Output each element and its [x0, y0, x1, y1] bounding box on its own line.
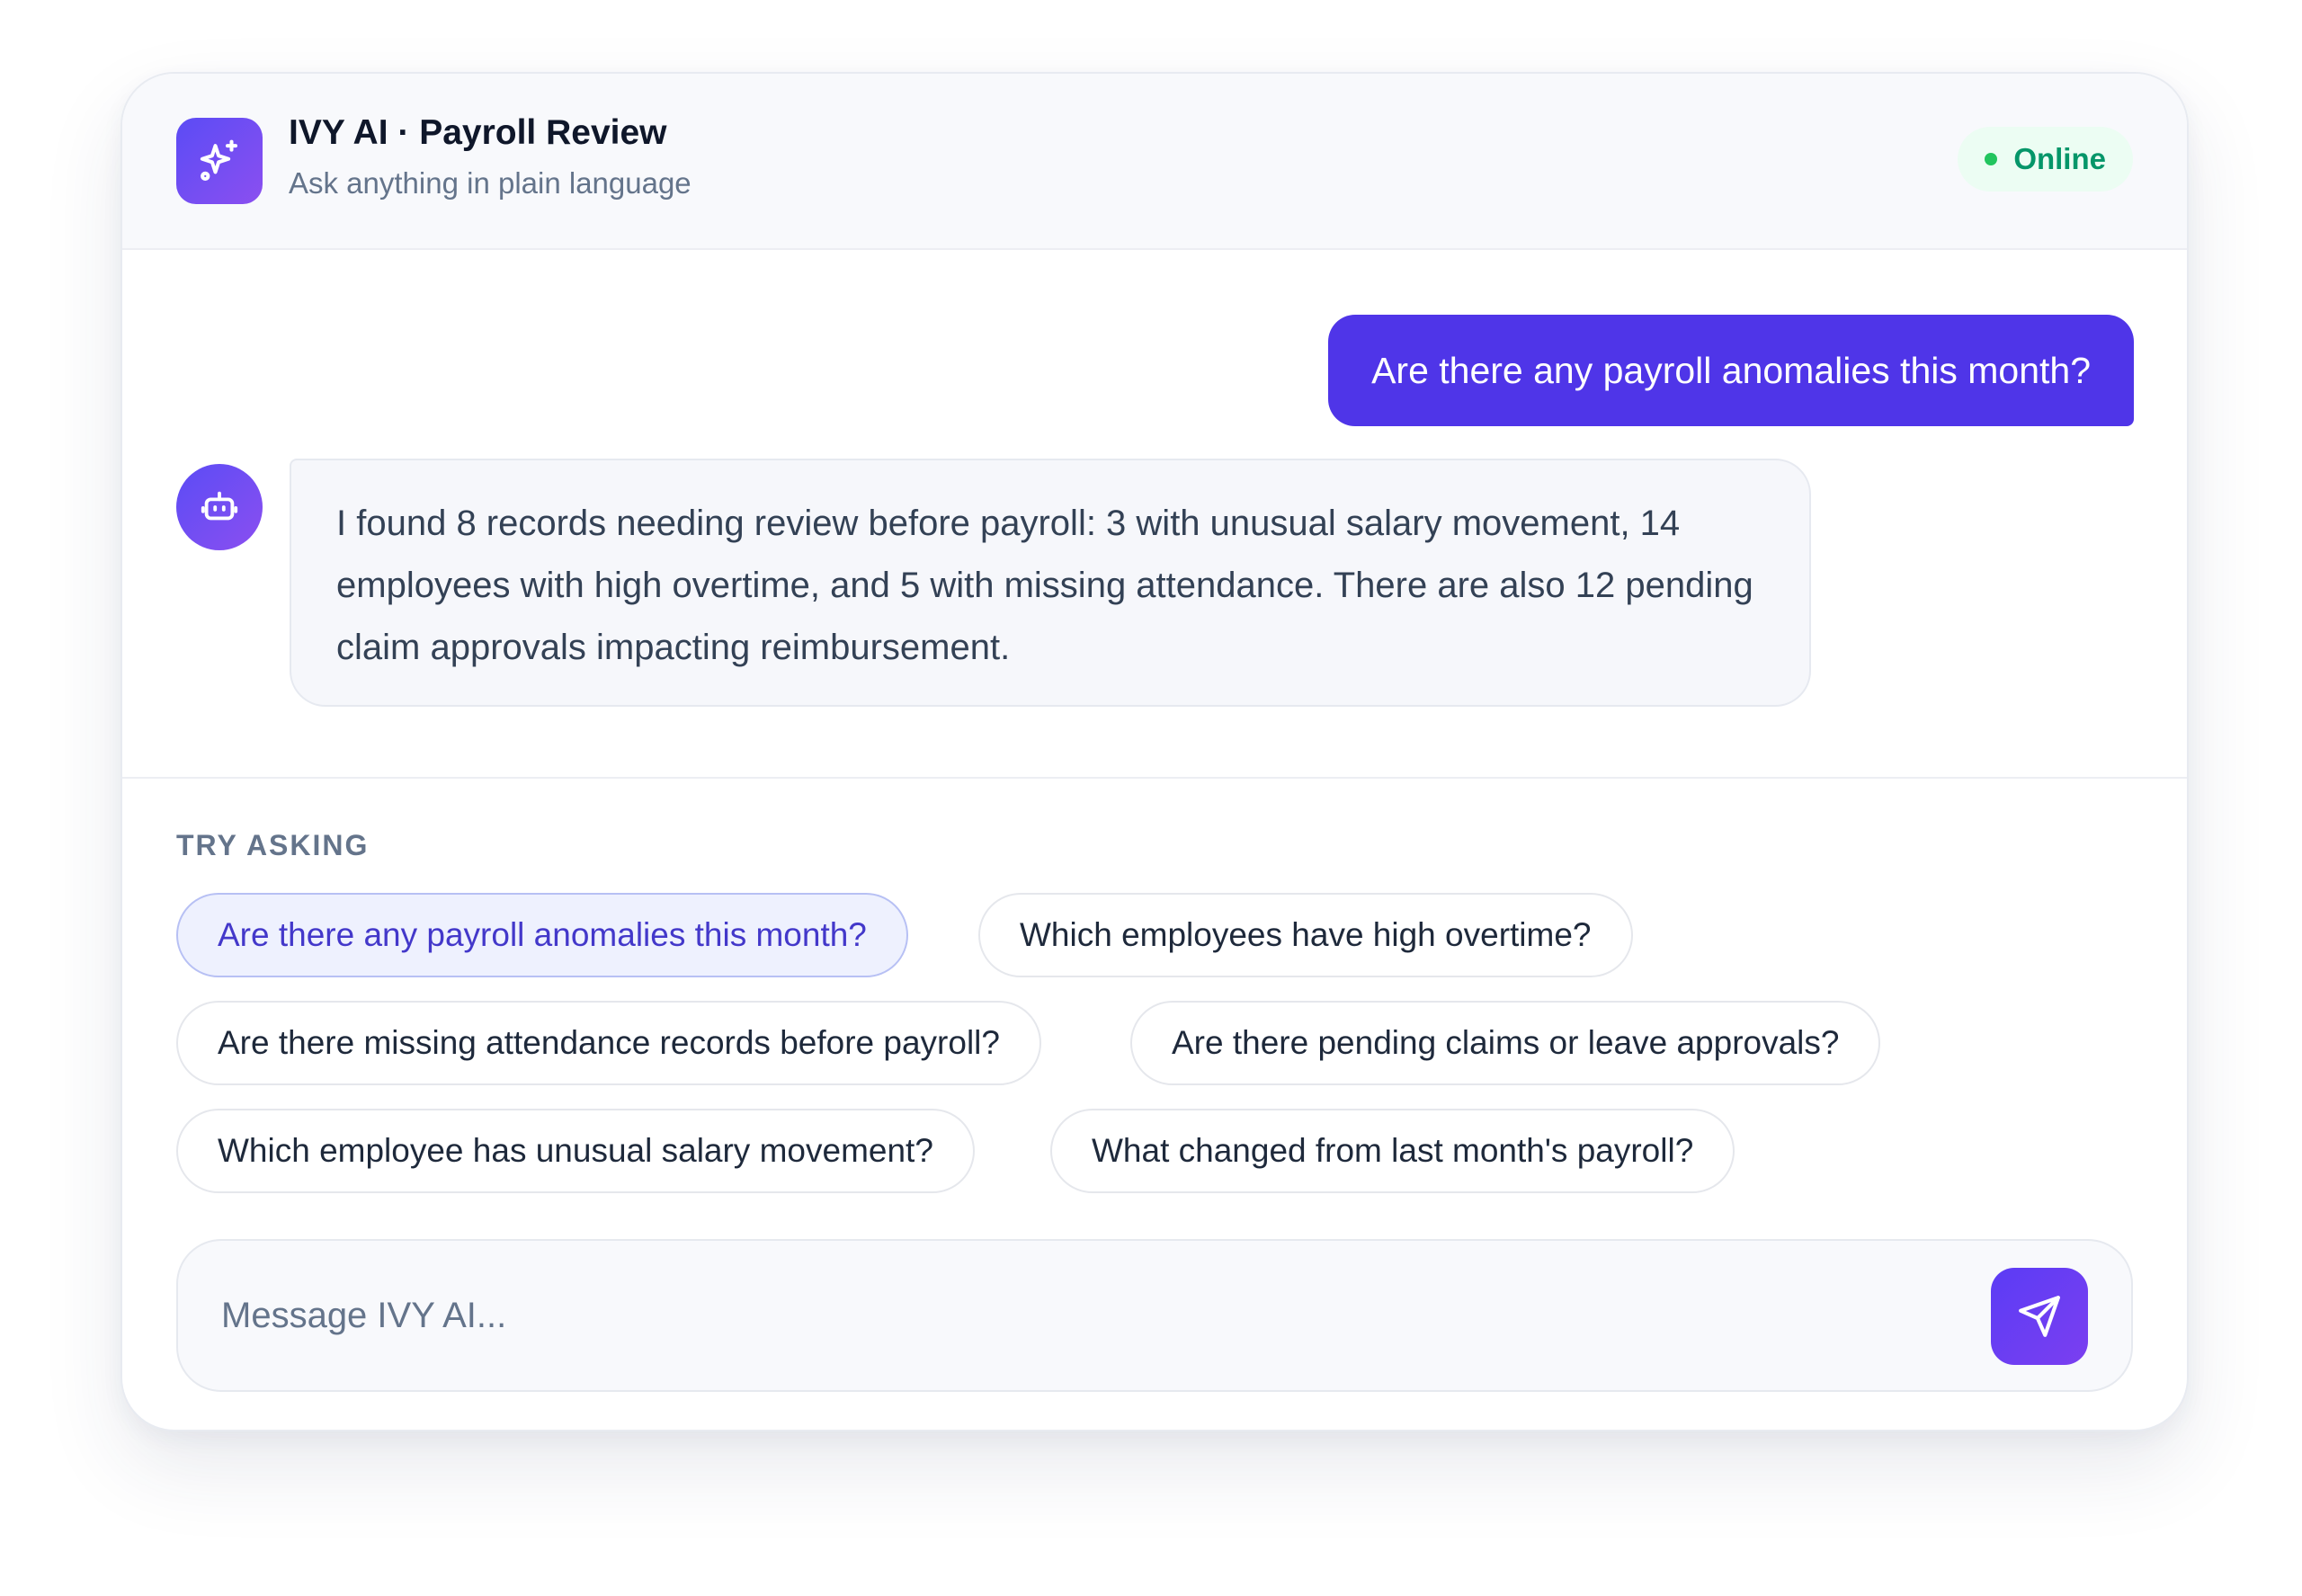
suggestion-chip[interactable]: Which employee has unusual salary moveme… — [176, 1109, 975, 1193]
suggestion-chip[interactable]: Are there missing attendance records bef… — [176, 1001, 1041, 1085]
message-composer — [176, 1239, 2133, 1392]
app-logo — [176, 118, 263, 204]
chat-header: IVY AI · Payroll Review Ask anything in … — [122, 74, 2187, 250]
app-title: IVY AI · Payroll Review — [289, 113, 667, 152]
status-dot-icon — [1985, 153, 1998, 165]
assistant-message: I found 8 records needing review before … — [290, 459, 1811, 707]
suggestions-label: TRY ASKING — [176, 829, 370, 861]
robot-icon — [201, 491, 238, 521]
status-badge: Online — [1958, 127, 2133, 192]
status-label: Online — [2013, 142, 2106, 175]
send-icon — [2019, 1296, 2060, 1337]
app-subtitle: Ask anything in plain language — [289, 166, 691, 200]
suggestion-chip[interactable]: Are there pending claims or leave approv… — [1130, 1001, 1881, 1085]
suggestion-chip[interactable]: Which employees have high overtime? — [978, 893, 1633, 977]
sparkles-icon — [200, 139, 238, 182]
user-message: Are there any payroll anomalies this mon… — [1328, 315, 2134, 426]
suggestion-chip[interactable]: Are there any payroll anomalies this mon… — [176, 893, 908, 977]
message-input[interactable] — [221, 1241, 1930, 1390]
suggestion-chip[interactable]: What changed from last month's payroll? — [1050, 1109, 1735, 1193]
send-button[interactable] — [1991, 1268, 2088, 1365]
section-divider — [122, 777, 2187, 779]
assistant-avatar — [176, 464, 263, 550]
chat-card: IVY AI · Payroll Review Ask anything in … — [120, 72, 2189, 1431]
